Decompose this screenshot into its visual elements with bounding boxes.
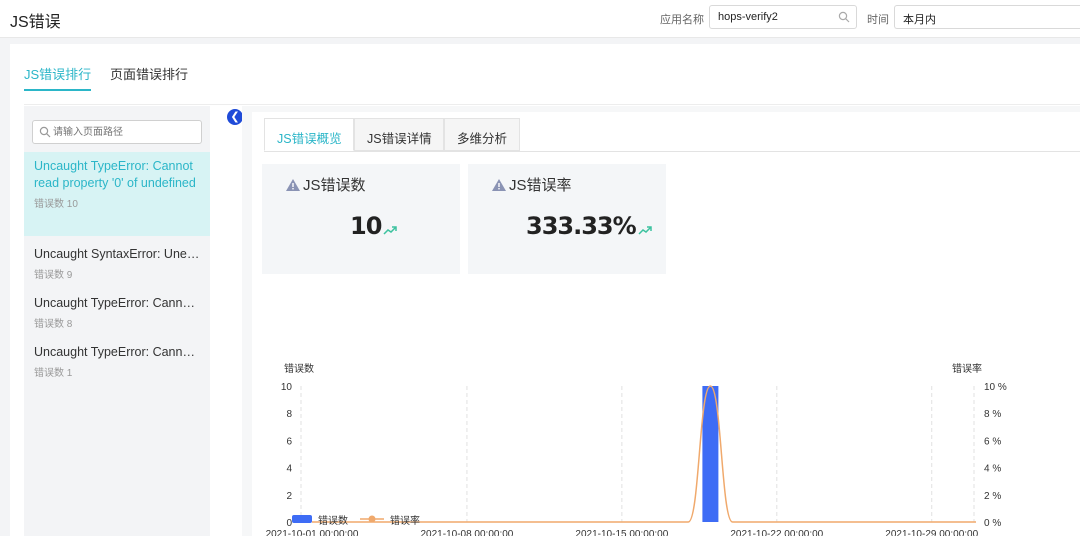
error-item[interactable]: Uncaught TypeError: Cannot read property…	[24, 338, 210, 385]
chart-svg: 错误数 错误率02468100 %2 %4 %6 %8 %10 %2021-10-…	[266, 362, 1007, 536]
error-item[interactable]: Uncaught TypeError: Cannot read property…	[24, 289, 210, 336]
legend-bar-swatch	[292, 515, 312, 523]
kpi-label: JS错误数	[303, 177, 366, 194]
page-title: JS错误	[10, 14, 61, 31]
error-message: Uncaught SyntaxError: Unexpected token	[34, 247, 200, 261]
trend-up-icon	[638, 226, 652, 235]
search-input[interactable]	[53, 125, 199, 140]
x-tick-label: 2021-10-08 00:00:00	[421, 529, 514, 536]
legend-line-label: 错误率	[390, 514, 420, 527]
sub-tabs-divider	[264, 151, 1080, 152]
y-right-tick-label: 2 %	[984, 491, 1001, 502]
y-right-tick-label: 0 %	[984, 518, 1001, 529]
x-tick-label: 2021-10-01 00:00:00	[266, 529, 359, 536]
y-left-tick-label: 2	[286, 491, 292, 502]
tab-js-error-ranking[interactable]: JS错误排行	[24, 64, 92, 91]
tab-js-error-detail[interactable]: JS错误详情	[354, 118, 444, 151]
y-left-tick-label: 8	[286, 409, 292, 420]
time-select-value: 本月内	[903, 14, 936, 26]
y-left-tick-label: 4	[286, 464, 292, 475]
kpi-value: 333.33%	[526, 212, 637, 240]
y-right-axis-label: 错误率	[952, 362, 982, 375]
series-line	[312, 385, 976, 523]
x-tick-label: 2021-10-15 00:00:00	[575, 529, 668, 536]
kpi-error-count: JS错误数 10	[262, 164, 460, 274]
app-select-value: hops-verify2	[718, 11, 778, 23]
y-left-axis-label: 错误数	[284, 362, 314, 375]
error-message: Uncaught TypeError: Cannot read property	[34, 296, 200, 310]
y-right-tick-label: 8 %	[984, 409, 1001, 420]
trend-up-icon	[383, 226, 398, 235]
time-label: 时间	[867, 14, 889, 26]
error-count: 错误数 1	[34, 368, 73, 379]
chevron-left-icon: ❮	[230, 111, 240, 123]
error-item[interactable]: Uncaught SyntaxError: Unexpected token 错…	[24, 240, 210, 287]
kpi-label: JS错误率	[509, 177, 572, 194]
error-message: Uncaught TypeError: Cannot read property	[34, 345, 200, 359]
warning-icon	[492, 179, 506, 191]
collapse-sidebar-button[interactable]: ❮	[227, 109, 243, 125]
warning-icon	[286, 179, 300, 191]
error-count: 错误数 8	[34, 319, 73, 330]
error-item[interactable]: Uncaught TypeError: Cannot read property…	[24, 152, 210, 236]
kpi-error-rate: JS错误率 333.33%	[468, 164, 666, 274]
y-right-tick-label: 4 %	[984, 464, 1001, 475]
search-icon	[39, 126, 51, 138]
bar	[702, 386, 719, 522]
tab-multi-dimension[interactable]: 多维分析	[444, 118, 520, 151]
tab-page-error-ranking[interactable]: 页面错误排行	[110, 64, 188, 83]
y-left-tick-label: 6	[286, 436, 292, 447]
time-select[interactable]: 本月内	[894, 5, 1080, 29]
top-bar: JS错误 应用名称 hops-verify2 时间 本月内	[0, 0, 1080, 38]
error-count: 错误数 10	[34, 199, 78, 210]
y-right-tick-label: 10 %	[984, 382, 1007, 393]
overview-area: JS错误概览 JS错误详情 多维分析 JS错误数 10 JS错误率 333.33…	[242, 106, 1080, 536]
error-message: Uncaught TypeError: Cannot read property…	[34, 159, 196, 190]
tab-js-error-overview[interactable]: JS错误概览	[264, 118, 354, 151]
y-left-tick-label: 10	[281, 382, 293, 393]
y-left-tick-label: 0	[286, 518, 292, 529]
path-search[interactable]	[32, 120, 202, 144]
legend-line-marker	[368, 515, 376, 523]
x-tick-label: 2021-10-22 00:00:00	[730, 529, 823, 536]
tabs-divider	[24, 104, 1080, 105]
error-list-panel: Uncaught TypeError: Cannot read property…	[24, 106, 210, 536]
error-trend-chart: 错误数 错误率 0 2 4 6 8 10 0 % 2 % 4 % 6 % 8 % 10 % 2021-10-…	[252, 302, 1080, 536]
app-select[interactable]: hops-verify2	[709, 5, 857, 29]
y-right-tick-label: 6 %	[984, 436, 1001, 447]
search-icon	[838, 11, 850, 23]
overview-card: JS错误概览 JS错误详情 多维分析 JS错误数 10 JS错误率 333.33…	[252, 112, 1080, 536]
x-tick-label: 2021-10-29 00:00:00	[885, 529, 978, 536]
kpi-value: 10	[350, 212, 382, 240]
app-label: 应用名称	[660, 14, 704, 26]
main-panel: JS错误排行 页面错误排行 Uncaught TypeError: Cannot…	[10, 44, 1080, 536]
legend-bar-label: 错误数	[318, 514, 348, 527]
error-count: 错误数 9	[34, 270, 73, 281]
